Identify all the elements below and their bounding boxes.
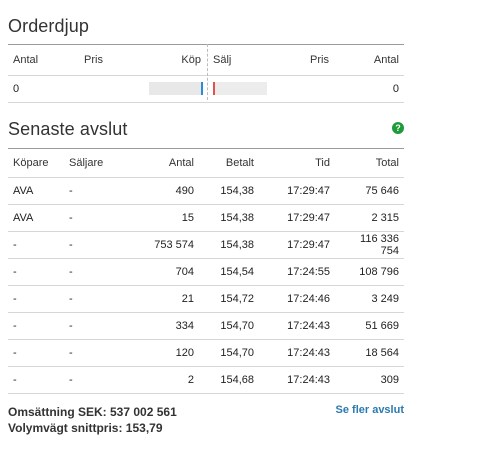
cell-price: 154,54 bbox=[199, 258, 259, 286]
header-antal-buy: Antal bbox=[13, 54, 39, 66]
trades-body: AVA -490 154,38 17:29:47 75 646 AVA -15 154,38 1… bbox=[8, 177, 404, 394]
table-row: - -753 574 154,38 17:29:47 116 336 754 bbox=[8, 231, 404, 259]
header-pris-sell: Pris bbox=[310, 54, 329, 66]
cell-time: 17:24:55 bbox=[259, 258, 335, 286]
header-pris-buy: Pris bbox=[84, 54, 103, 66]
cell-price: 154,38 bbox=[199, 204, 259, 232]
cell-qty: 490 bbox=[130, 177, 199, 205]
cell-buyer: - bbox=[8, 312, 64, 340]
table-row: - -704 154,54 17:24:55 108 796 bbox=[8, 258, 404, 286]
cell-total: 75 646 bbox=[335, 177, 404, 205]
trade-summary: Omsättning SEK: 537 002 561 Volymvägt sn… bbox=[8, 404, 177, 436]
trades-header-row: Köpare Säljare Antal Betalt Tid Total bbox=[8, 148, 404, 178]
cell-seller: - bbox=[64, 231, 130, 259]
table-row: AVA -15 154,38 17:29:47 2 315 bbox=[8, 204, 404, 232]
cell-price: 154,38 bbox=[199, 231, 259, 259]
cell-qty: 704 bbox=[130, 258, 199, 286]
cell-total: 116 336 754 bbox=[335, 231, 404, 259]
orderbook: Antal Pris Köp Sälj Pris Antal 0 0 bbox=[8, 44, 404, 103]
cell-buyer: - bbox=[8, 366, 64, 394]
cell-buyer: AVA bbox=[8, 204, 64, 232]
cell-total: 108 796 bbox=[335, 258, 404, 286]
orderbook-title: Orderdjup bbox=[8, 16, 89, 36]
sell-volume: 0 bbox=[392, 83, 399, 95]
vwap-text: Volymvägt snittpris: 153,79 bbox=[8, 421, 163, 435]
cell-time: 17:24:43 bbox=[259, 312, 335, 340]
orderbook-header: Antal Pris Köp Sälj Pris Antal bbox=[8, 44, 404, 76]
trades-table: Köpare Säljare Antal Betalt Tid Total AV… bbox=[8, 148, 404, 394]
cell-qty: 120 bbox=[130, 339, 199, 367]
cell-total: 3 249 bbox=[335, 285, 404, 313]
sell-depth-bar bbox=[213, 82, 267, 95]
table-row: AVA -490 154,38 17:29:47 75 646 bbox=[8, 177, 404, 205]
cell-buyer: - bbox=[8, 285, 64, 313]
cell-buyer: AVA bbox=[8, 177, 64, 205]
table-row: - -120 154,70 17:24:43 18 564 bbox=[8, 339, 404, 367]
cell-price: 154,70 bbox=[199, 312, 259, 340]
table-row: - -334 154,70 17:24:43 51 669 bbox=[8, 312, 404, 340]
cell-seller: - bbox=[64, 204, 130, 232]
cell-time: 17:24:43 bbox=[259, 366, 335, 394]
header-antal-sell: Antal bbox=[373, 54, 399, 66]
cell-time: 17:29:47 bbox=[259, 204, 335, 232]
cell-seller: - bbox=[64, 366, 130, 394]
cell-time: 17:29:47 bbox=[259, 231, 335, 259]
cell-qty: 334 bbox=[130, 312, 199, 340]
cell-total: 2 315 bbox=[335, 204, 404, 232]
col-seller: Säljare bbox=[64, 148, 130, 178]
cell-total: 18 564 bbox=[335, 339, 404, 367]
cell-price: 154,38 bbox=[199, 177, 259, 205]
buy-volume: 0 bbox=[13, 83, 20, 95]
orderbook-divider bbox=[207, 44, 208, 100]
cell-buyer: - bbox=[8, 339, 64, 367]
cell-price: 154,72 bbox=[199, 285, 259, 313]
cell-time: 17:24:46 bbox=[259, 285, 335, 313]
trades-title: Senaste avslut bbox=[8, 119, 128, 139]
cell-seller: - bbox=[64, 312, 130, 340]
question-icon[interactable]: ? bbox=[392, 122, 404, 134]
turnover-text: Omsättning SEK: 537 002 561 bbox=[8, 405, 177, 419]
cell-price: 154,70 bbox=[199, 339, 259, 367]
cell-qty: 753 574 bbox=[130, 231, 199, 259]
cell-seller: - bbox=[64, 339, 130, 367]
cell-time: 17:29:47 bbox=[259, 177, 335, 205]
orderbook-row: 0 0 bbox=[8, 76, 404, 103]
col-price: Betalt bbox=[199, 148, 259, 178]
cell-price: 154,68 bbox=[199, 366, 259, 394]
table-row: - -21 154,72 17:24:46 3 249 bbox=[8, 285, 404, 313]
cell-buyer: - bbox=[8, 258, 64, 286]
col-time: Tid bbox=[259, 148, 335, 178]
cell-qty: 15 bbox=[130, 204, 199, 232]
cell-seller: - bbox=[64, 258, 130, 286]
header-salj: Sälj bbox=[213, 54, 232, 66]
cell-qty: 2 bbox=[130, 366, 199, 394]
col-total: Total bbox=[335, 148, 404, 178]
cell-seller: - bbox=[64, 177, 130, 205]
cell-seller: - bbox=[64, 285, 130, 313]
cell-total: 51 669 bbox=[335, 312, 404, 340]
more-trades-link[interactable]: Se fler avslut bbox=[336, 404, 404, 416]
cell-total: 309 bbox=[335, 366, 404, 394]
col-qty: Antal bbox=[130, 148, 199, 178]
cell-buyer: - bbox=[8, 231, 64, 259]
cell-qty: 21 bbox=[130, 285, 199, 313]
buy-depth-bar bbox=[149, 82, 203, 95]
table-row: - -2 154,68 17:24:43 309 bbox=[8, 366, 404, 394]
col-buyer: Köpare bbox=[8, 148, 64, 178]
header-kop: Köp bbox=[181, 54, 201, 66]
cell-time: 17:24:43 bbox=[259, 339, 335, 367]
